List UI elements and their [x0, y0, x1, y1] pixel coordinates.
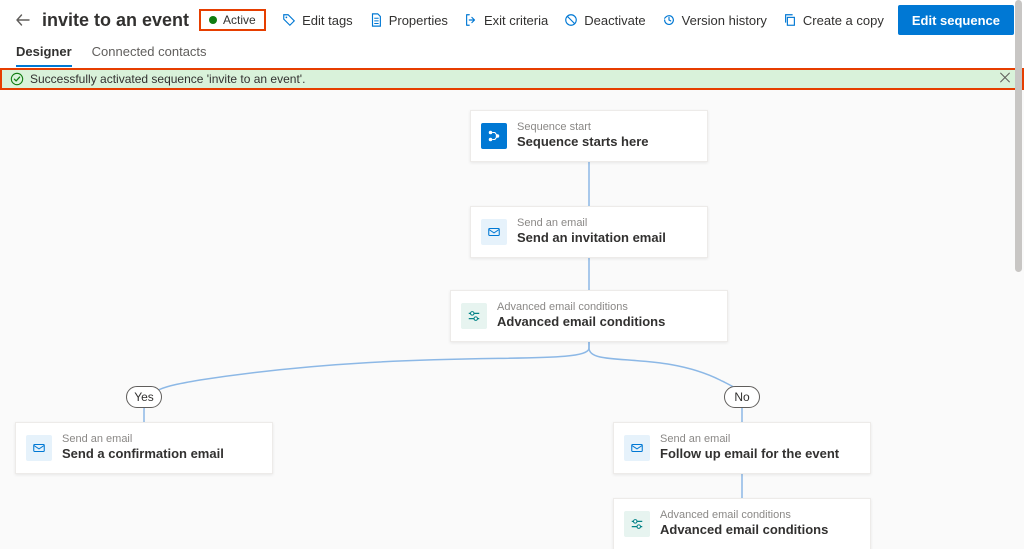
tab-connected-contacts[interactable]: Connected contacts: [92, 44, 207, 67]
arrow-left-icon: [15, 12, 31, 28]
node-caption: Send an email: [660, 433, 839, 446]
conditions-icon: [461, 303, 487, 329]
notification-message: Successfully activated sequence 'invite …: [30, 72, 305, 86]
notification-bar: Successfully activated sequence 'invite …: [0, 68, 1024, 90]
node-confirmation-email[interactable]: Send an email Send a confirmation email: [15, 422, 273, 474]
edit-tags-button[interactable]: Edit tags: [274, 5, 361, 35]
node-caption: Advanced email conditions: [660, 509, 828, 522]
back-button[interactable]: [10, 7, 36, 33]
node-advanced-conditions-1[interactable]: Advanced email conditions Advanced email…: [450, 290, 728, 342]
success-check-icon: [10, 72, 24, 86]
close-icon: [998, 71, 1012, 85]
status-text: Active: [223, 13, 256, 27]
node-caption: Advanced email conditions: [497, 301, 665, 314]
deactivate-label: Deactivate: [584, 13, 645, 28]
create-copy-button[interactable]: Create a copy: [775, 5, 892, 35]
node-label: Follow up email for the event: [660, 446, 839, 463]
node-label: Advanced email conditions: [497, 314, 665, 331]
email-icon: [26, 435, 52, 461]
tag-icon: [282, 13, 296, 27]
tab-designer[interactable]: Designer: [16, 44, 72, 67]
edit-sequence-button[interactable]: Edit sequence: [898, 5, 1014, 35]
branch-no-badge: No: [724, 386, 760, 408]
email-icon: [624, 435, 650, 461]
conditions-icon: [624, 511, 650, 537]
edit-tags-label: Edit tags: [302, 13, 353, 28]
properties-button[interactable]: Properties: [361, 5, 456, 35]
exit-criteria-label: Exit criteria: [484, 13, 548, 28]
properties-label: Properties: [389, 13, 448, 28]
node-sequence-start[interactable]: Sequence start Sequence starts here: [470, 110, 708, 162]
designer-canvas[interactable]: Sequence start Sequence starts here Send…: [0, 90, 1024, 549]
header-toolbar: invite to an event Active Edit tags Prop…: [0, 0, 1024, 40]
version-history-label: Version history: [682, 13, 767, 28]
copy-icon: [783, 13, 797, 27]
node-caption: Send an email: [62, 433, 224, 446]
branch-yes-badge: Yes: [126, 386, 162, 408]
node-advanced-conditions-2[interactable]: Advanced email conditions Advanced email…: [613, 498, 871, 549]
node-caption: Sequence start: [517, 121, 649, 134]
document-icon: [369, 13, 383, 27]
email-icon: [481, 219, 507, 245]
node-label: Send a confirmation email: [62, 446, 224, 463]
sequence-start-icon: [481, 123, 507, 149]
node-send-invitation-email[interactable]: Send an email Send an invitation email: [470, 206, 708, 258]
deactivate-icon: [564, 13, 578, 27]
node-followup-email[interactable]: Send an email Follow up email for the ev…: [613, 422, 871, 474]
node-label: Send an invitation email: [517, 230, 666, 247]
notification-close-button[interactable]: [998, 71, 1012, 88]
edit-sequence-label: Edit sequence: [912, 13, 1000, 28]
tabs-bar: Designer Connected contacts: [0, 40, 1024, 68]
exit-criteria-button[interactable]: Exit criteria: [456, 5, 556, 35]
deactivate-button[interactable]: Deactivate: [556, 5, 653, 35]
status-dot-icon: [209, 16, 217, 24]
exit-icon: [464, 13, 478, 27]
page-title: invite to an event: [42, 10, 189, 31]
create-copy-label: Create a copy: [803, 13, 884, 28]
version-history-button[interactable]: Version history: [654, 5, 775, 35]
node-label: Sequence starts here: [517, 134, 649, 151]
status-badge: Active: [199, 9, 266, 31]
node-caption: Send an email: [517, 217, 666, 230]
node-label: Advanced email conditions: [660, 522, 828, 539]
page-scrollbar[interactable]: [1015, 0, 1022, 220]
history-icon: [662, 13, 676, 27]
